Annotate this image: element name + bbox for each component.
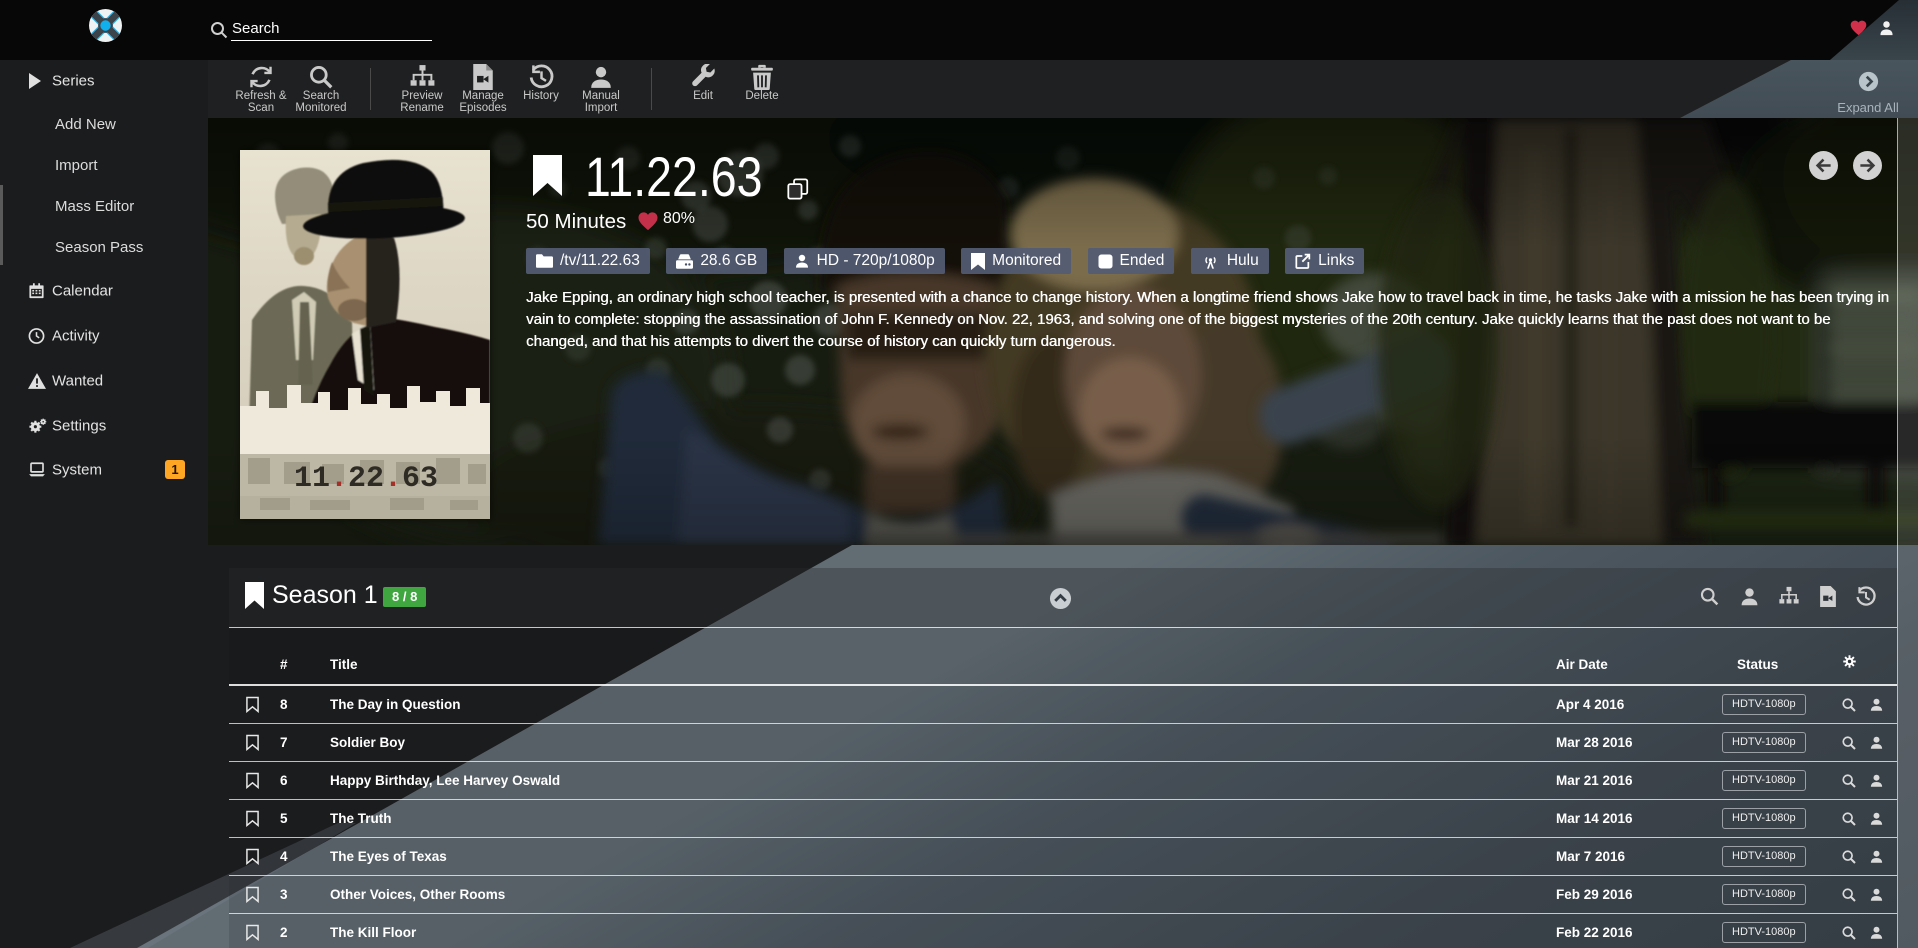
svg-text:11.22.63: 11.22.63 [294,462,438,496]
